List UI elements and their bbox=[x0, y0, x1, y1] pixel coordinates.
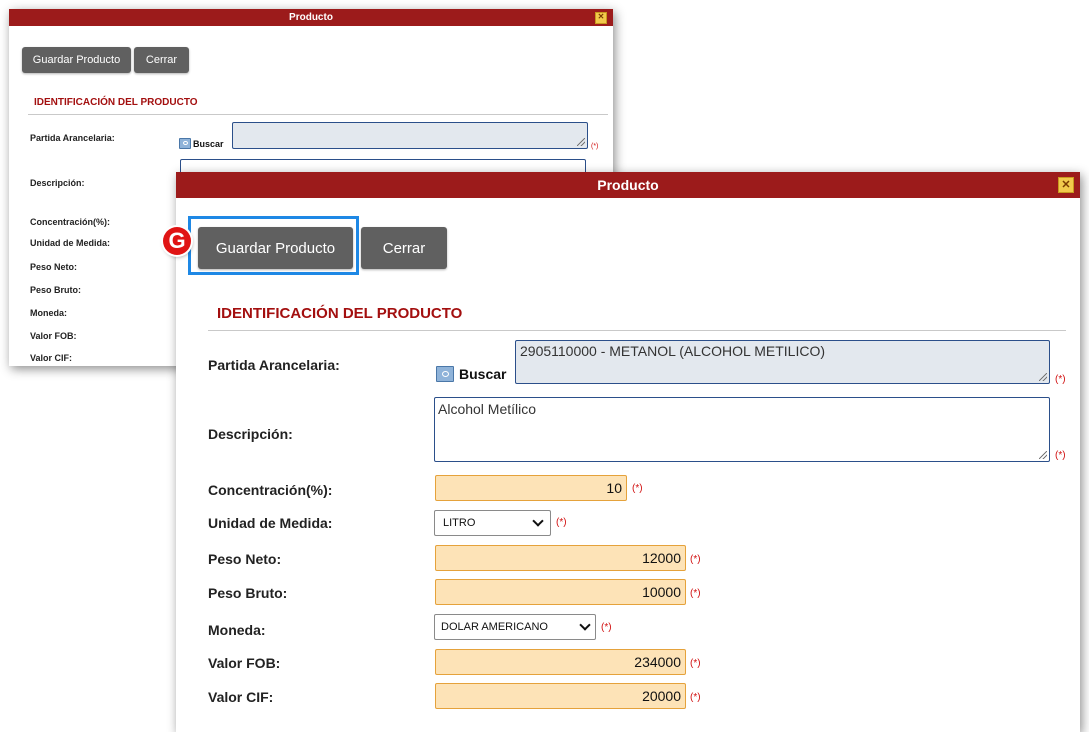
partida-field[interactable] bbox=[232, 122, 588, 149]
descripcion-field[interactable]: Alcohol Metílico bbox=[434, 397, 1050, 462]
folder-search-icon bbox=[179, 138, 191, 149]
close-button-label: Cerrar bbox=[382, 239, 426, 257]
resize-grip[interactable] bbox=[1039, 451, 1047, 459]
partida-field[interactable]: 2905110000 - METANOL (ALCOHOL METILICO) bbox=[515, 340, 1050, 384]
required-mark: (*) bbox=[591, 143, 599, 150]
required-mark: (*) bbox=[690, 588, 701, 599]
label-moneda: Moneda: bbox=[208, 622, 266, 638]
label-peso-bruto: Peso Bruto: bbox=[208, 585, 288, 601]
step-badge: G bbox=[163, 227, 191, 255]
unidad-select[interactable]: LITRO bbox=[434, 510, 551, 536]
unidad-value: LITRO bbox=[443, 517, 476, 529]
required-mark: (*) bbox=[1055, 450, 1066, 461]
required-mark: (*) bbox=[690, 554, 701, 565]
label-partida: Partida Arancelaria: bbox=[30, 133, 115, 143]
close-icon[interactable]: ✕ bbox=[595, 11, 607, 24]
dialog-title: Producto bbox=[289, 12, 333, 23]
buscar-link[interactable]: Buscar bbox=[436, 366, 506, 382]
partida-value: 2905110000 - METANOL (ALCOHOL METILICO) bbox=[520, 343, 825, 359]
required-mark: (*) bbox=[1055, 374, 1066, 385]
save-button-highlight bbox=[188, 216, 359, 275]
required-mark: (*) bbox=[632, 483, 643, 494]
buscar-link[interactable]: Buscar bbox=[179, 138, 224, 149]
close-icon[interactable]: ✕ bbox=[1058, 177, 1074, 193]
label-descripcion: Descripción: bbox=[30, 178, 85, 188]
chevron-down-icon bbox=[579, 619, 591, 631]
required-mark: (*) bbox=[556, 517, 567, 528]
label-peso-neto: Peso Neto: bbox=[30, 262, 78, 272]
save-product-button[interactable]: Guardar Producto bbox=[22, 47, 131, 73]
required-mark: (*) bbox=[690, 692, 701, 703]
chevron-down-icon bbox=[532, 515, 544, 527]
concentracion-field[interactable]: 10 bbox=[435, 475, 627, 501]
section-title: IDENTIFICACIÓN DEL PRODUCTO bbox=[34, 97, 198, 108]
valor-fob-field[interactable]: 234000 bbox=[435, 649, 686, 675]
label-valor-cif: Valor CIF: bbox=[208, 689, 274, 705]
label-concentracion: Concentración(%): bbox=[208, 482, 333, 498]
valor-cif-field[interactable]: 20000 bbox=[435, 683, 686, 709]
label-valor-fob: Valor FOB: bbox=[30, 331, 77, 341]
dialog-titlebar: Producto ✕ bbox=[9, 9, 613, 26]
resize-grip[interactable] bbox=[1039, 373, 1047, 381]
buscar-label: Buscar bbox=[193, 138, 224, 149]
dialog-title: Producto bbox=[597, 177, 659, 193]
peso-neto-field[interactable]: 12000 bbox=[435, 545, 686, 571]
close-button[interactable]: Cerrar bbox=[134, 47, 189, 73]
label-moneda: Moneda: bbox=[30, 308, 67, 318]
required-mark: (*) bbox=[690, 658, 701, 669]
dialog-titlebar: Producto ✕ bbox=[176, 172, 1080, 198]
label-valor-cif: Valor CIF: bbox=[30, 353, 73, 363]
label-peso-neto: Peso Neto: bbox=[208, 551, 282, 567]
label-descripcion: Descripción: bbox=[208, 426, 293, 442]
required-mark: (*) bbox=[601, 622, 612, 633]
section-title: IDENTIFICACIÓN DEL PRODUCTO bbox=[217, 305, 463, 322]
peso-bruto-field[interactable]: 10000 bbox=[435, 579, 686, 605]
descripcion-value: Alcohol Metílico bbox=[438, 401, 537, 417]
label-unidad: Unidad de Medida: bbox=[208, 515, 333, 531]
folder-search-icon bbox=[436, 366, 454, 382]
close-button[interactable]: Cerrar bbox=[361, 227, 447, 269]
section-divider bbox=[208, 330, 1066, 331]
label-concentracion: Concentración(%): bbox=[30, 217, 111, 227]
label-partida: Partida Arancelaria: bbox=[208, 357, 340, 373]
label-peso-bruto: Peso Bruto: bbox=[30, 285, 82, 295]
moneda-select[interactable]: DOLAR AMERICANO bbox=[434, 614, 596, 640]
save-product-button-label: Guardar Producto bbox=[32, 54, 121, 66]
close-button-label: Cerrar bbox=[145, 54, 178, 66]
label-unidad: Unidad de Medida: bbox=[30, 238, 111, 248]
label-valor-fob: Valor FOB: bbox=[208, 655, 281, 671]
moneda-value: DOLAR AMERICANO bbox=[441, 621, 548, 633]
section-divider bbox=[28, 114, 608, 115]
buscar-label: Buscar bbox=[459, 366, 507, 382]
